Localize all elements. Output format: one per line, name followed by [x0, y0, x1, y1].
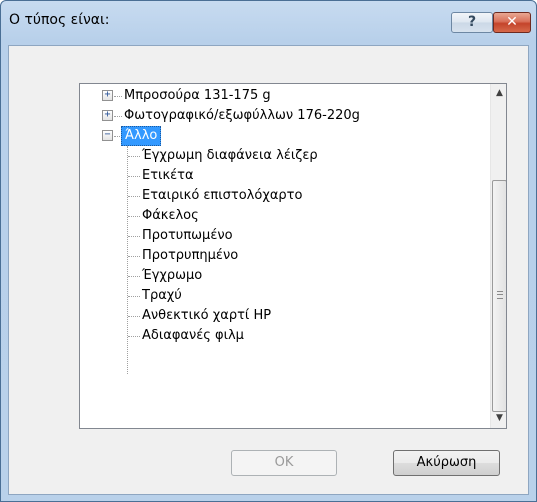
- title-bar[interactable]: Ο τύπος είναι: ? ✕: [1, 1, 536, 45]
- tree-item-rough[interactable]: Τραχύ: [142, 286, 182, 306]
- tree-item-envelope[interactable]: Φάκελος: [142, 206, 199, 226]
- tree-item-label: Άλλο: [125, 128, 158, 143]
- tree-item-other[interactable]: Άλλο: [121, 126, 162, 146]
- tree-connector-vertical: [127, 146, 128, 374]
- tree-content: + Μπροσούρα 131-175 g + Φωτογραφικό/εξωφ…: [80, 84, 490, 428]
- tree-item-letterhead[interactable]: Εταιρικό επιστολόχαρτο: [142, 186, 302, 206]
- tree-connector: [128, 216, 140, 217]
- tree-connector: [128, 336, 140, 337]
- tree-item-label: Φωτογραφικό/εξωφύλλων 176-220g: [124, 108, 360, 123]
- dialog-title: Ο τύπος είναι:: [9, 12, 110, 28]
- close-icon: ✕: [506, 14, 518, 30]
- expand-icon[interactable]: +: [102, 110, 113, 121]
- tree-item-brochure[interactable]: Μπροσούρα 131-175 g: [124, 86, 271, 106]
- help-button[interactable]: ?: [451, 12, 493, 33]
- tree-connector: [128, 296, 140, 297]
- tree-connector: [128, 156, 140, 157]
- tree-connector: [114, 116, 122, 117]
- scroll-down-icon[interactable]: ▼: [491, 410, 506, 427]
- tree-item-opaque-film[interactable]: Αδιαφανές φιλμ: [142, 326, 244, 346]
- vertical-scrollbar[interactable]: ▲ ▼: [490, 84, 506, 428]
- tree-item-colored[interactable]: Έγχρωμο: [142, 266, 202, 286]
- tree-connector: [114, 96, 122, 97]
- tree-connector: [114, 136, 120, 137]
- dialog-window: Ο τύπος είναι: ? ✕ + Μπροσούρα 131-175 g…: [0, 0, 537, 502]
- tree-connector: [128, 196, 140, 197]
- cancel-button[interactable]: Ακύρωση: [393, 450, 500, 476]
- tree-connector: [128, 256, 140, 257]
- expand-icon[interactable]: +: [102, 90, 113, 101]
- tree-item-preprinted[interactable]: Προτυπωμένο: [142, 226, 233, 246]
- tree-connector: [128, 236, 140, 237]
- tree-connector: [128, 176, 140, 177]
- ok-button[interactable]: OK: [231, 450, 337, 476]
- grip-icon: [497, 291, 503, 299]
- tree-item-color-laser-transparency[interactable]: Έγχρωμη διαφάνεια λέιζερ: [142, 146, 318, 166]
- collapse-icon[interactable]: −: [102, 130, 113, 141]
- question-mark-icon: ?: [467, 14, 477, 30]
- tree-item-hp-tough-paper[interactable]: Ανθεκτικό χαρτί HP: [142, 306, 271, 326]
- close-button[interactable]: ✕: [493, 12, 531, 33]
- paper-type-tree[interactable]: + Μπροσούρα 131-175 g + Φωτογραφικό/εξωφ…: [79, 83, 507, 429]
- scroll-thumb[interactable]: [492, 180, 506, 412]
- scroll-up-icon[interactable]: ▲: [491, 85, 506, 102]
- tree-item-prepunched[interactable]: Προτρυπημένο: [142, 246, 238, 266]
- tree-item-photo-cover[interactable]: Φωτογραφικό/εξωφύλλων 176-220g: [124, 106, 360, 126]
- tree-connector: [128, 276, 140, 277]
- tree-item-label: Μπροσούρα 131-175 g: [124, 88, 271, 103]
- dialog-client-area: + Μπροσούρα 131-175 g + Φωτογραφικό/εξωφ…: [8, 45, 529, 495]
- tree-connector: [128, 316, 140, 317]
- tree-item-label-paper[interactable]: Ετικέτα: [142, 166, 194, 186]
